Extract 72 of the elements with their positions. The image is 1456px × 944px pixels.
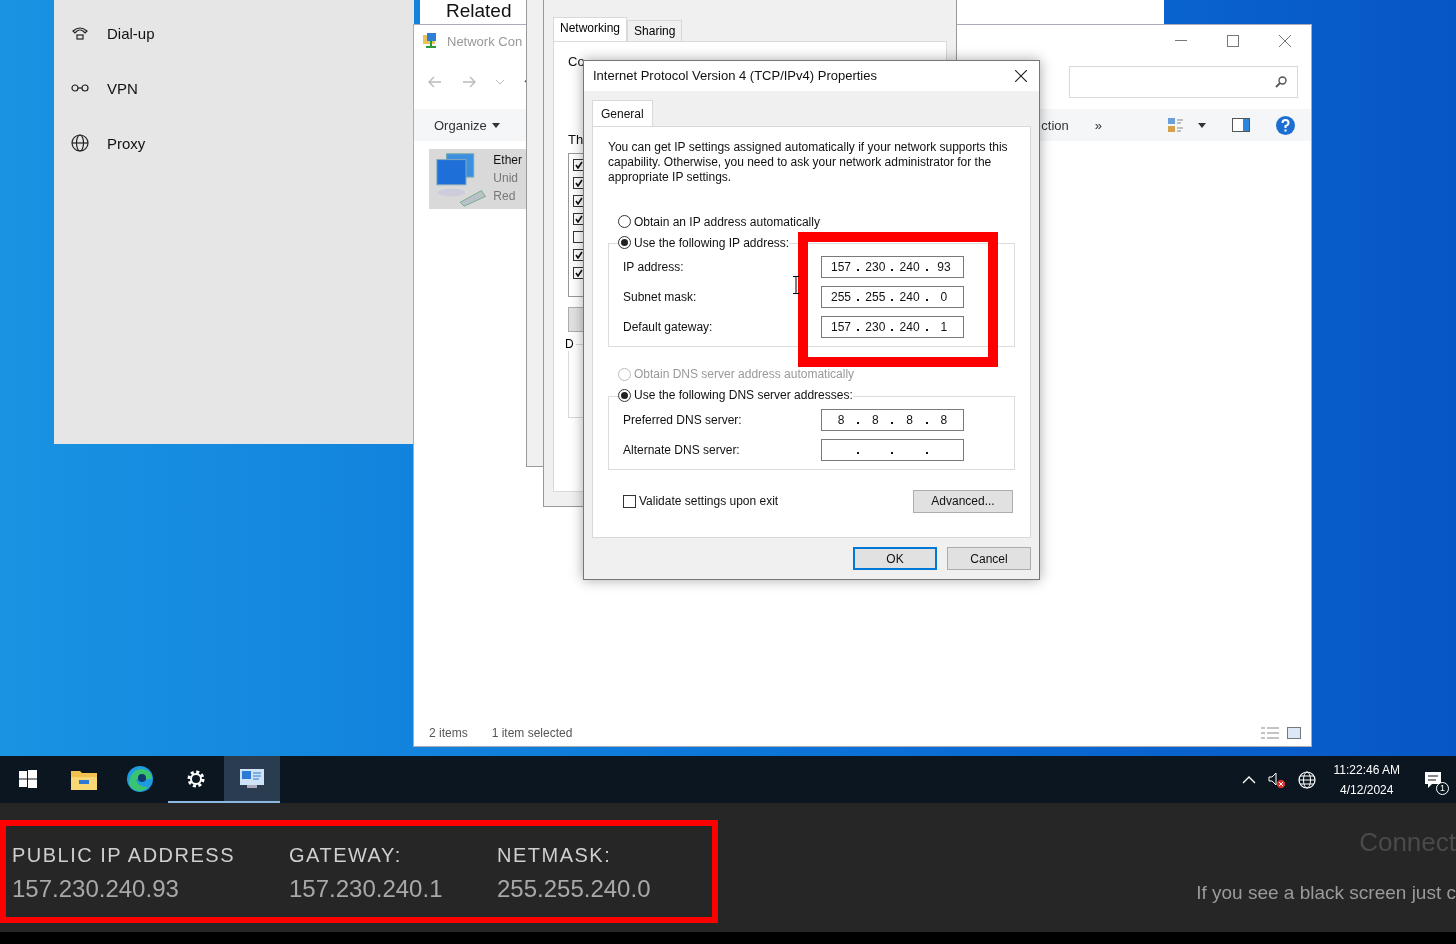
settings-nav-item[interactable]: VPN	[107, 79, 138, 97]
muted-speaker-icon[interactable]	[1267, 771, 1286, 788]
toolbar-command[interactable]: ction	[1041, 117, 1069, 133]
tiles-view-icon[interactable]	[1287, 727, 1301, 739]
ip-address-field[interactable]: 8 8 8 8	[821, 408, 964, 431]
globe-icon[interactable]	[1297, 770, 1316, 789]
notification-badge: 1	[1436, 781, 1449, 795]
checkbox-label[interactable]: Validate settings upon exit	[639, 494, 779, 509]
dialog-title: Internet Protocol Version 4 (TCP/IPv4) Properties	[593, 68, 877, 84]
adapter-status: Unid	[493, 170, 519, 187]
caret-icon	[491, 122, 500, 128]
hint-text: If you see a black screen just c	[1196, 882, 1456, 904]
network-adapter-tile[interactable]: Ether Unid Red	[429, 149, 526, 209]
settings-nav-item[interactable]: Dial-up	[107, 24, 155, 42]
tab[interactable]: Sharing	[627, 20, 683, 41]
tab[interactable]: Networking	[553, 17, 628, 41]
search-field[interactable]	[1069, 66, 1298, 98]
chevron-up-icon[interactable]	[1241, 775, 1256, 784]
windows-icon	[19, 769, 37, 788]
adapter-device: Red	[493, 188, 517, 205]
ip-address-field[interactable]: 157 230 240 1	[821, 316, 964, 339]
field-label: IP address:	[623, 260, 684, 275]
checkbox[interactable]	[623, 494, 636, 508]
status-text: 2 items	[429, 726, 468, 740]
field-label: Subnet mask:	[623, 290, 697, 305]
organize-menu[interactable]: Organize	[434, 117, 500, 133]
field-label: Alternate DNS server:	[623, 442, 740, 457]
ok-button[interactable]: OK	[853, 547, 937, 570]
network-monitor-icon	[240, 768, 264, 789]
radio-button[interactable]	[618, 215, 631, 229]
help-icon[interactable]	[1276, 115, 1295, 135]
description-text: You can get IP settings assigned automatically if your network supports this capability. Otherwise, you need to ask your network administrator for the appropriate IP settings.	[608, 139, 1008, 185]
radio-button[interactable]	[618, 388, 631, 402]
adapter-name: Ether	[493, 152, 522, 169]
view-options-icon[interactable]	[1168, 117, 1206, 133]
phone-icon	[71, 25, 89, 41]
stat-label: NETMASK:	[497, 844, 613, 867]
more-commands-button[interactable]: »	[1094, 117, 1102, 133]
ip-address-field[interactable]	[821, 438, 964, 461]
text-cursor-icon	[793, 276, 799, 294]
section-heading: Related	[446, 0, 512, 22]
stat-label: PUBLIC IP ADDRESS	[12, 844, 236, 867]
stat-value: 255.255.240.0	[497, 875, 651, 903]
advanced-button[interactable]: Advanced...	[913, 489, 1013, 513]
globe-icon	[71, 134, 89, 152]
close-icon[interactable]	[1015, 69, 1027, 82]
stat-value: 157.230.240.1	[289, 875, 444, 903]
status-text: 1 item selected	[491, 726, 573, 740]
notification-icon[interactable]	[1424, 770, 1442, 789]
browser-icon	[126, 764, 154, 793]
group-label: D	[563, 337, 576, 351]
clock-time[interactable]: 11:22:46 AM	[1333, 759, 1400, 780]
window-title: Network Con	[447, 33, 523, 49]
taskbar-button[interactable]	[224, 756, 280, 803]
stat-value: 157.230.240.93	[12, 875, 180, 903]
field-label: Preferred DNS server:	[623, 412, 742, 427]
search-icon	[1275, 76, 1287, 88]
field-label: Default gateway:	[623, 320, 713, 335]
tab[interactable]: General	[592, 99, 653, 126]
clock-date[interactable]: 4/12/2024	[1340, 779, 1394, 800]
link-icon	[71, 82, 89, 94]
network-computer-icon	[433, 151, 488, 207]
radio-button[interactable]	[618, 236, 631, 250]
stat-label: GATEWAY:	[289, 844, 403, 867]
maximize-icon[interactable]	[1227, 35, 1239, 47]
settings-nav-item[interactable]: Proxy	[107, 134, 146, 152]
preview-pane-icon[interactable]	[1232, 118, 1250, 132]
minimize-icon[interactable]	[1175, 40, 1187, 42]
ip-address-field[interactable]: 255 255 240 0	[821, 286, 964, 309]
ip-address-field[interactable]: 157 230 240 93	[821, 256, 964, 279]
cancel-button[interactable]: Cancel	[947, 547, 1031, 570]
field-label: Th	[568, 132, 584, 147]
